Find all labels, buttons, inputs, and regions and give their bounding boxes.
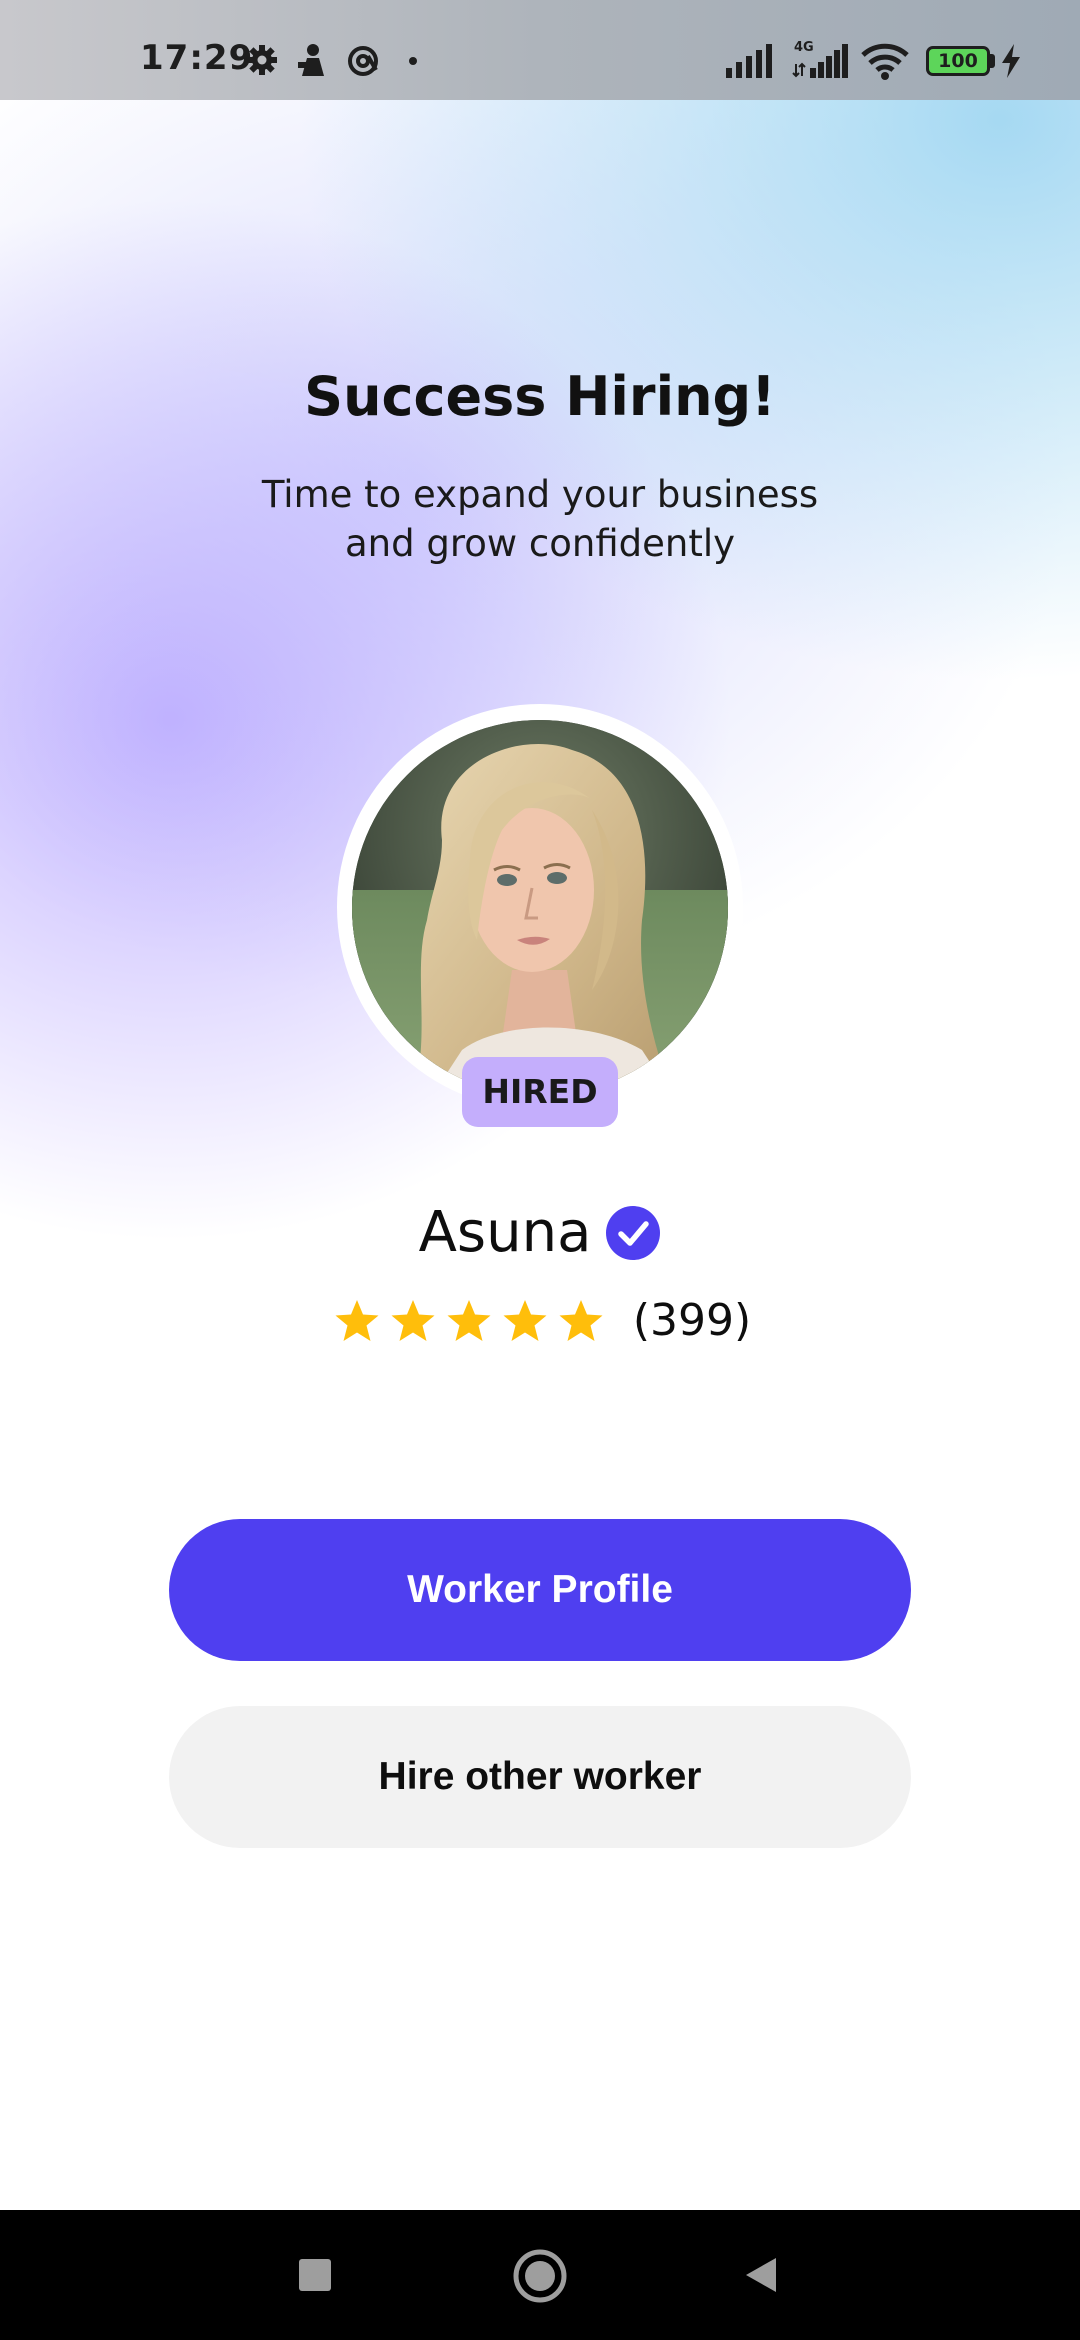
page-subtitle: Time to expand your business and grow co…: [240, 470, 840, 568]
hire-other-worker-button[interactable]: Hire other worker: [169, 1706, 911, 1848]
avatar-portrait-image: [352, 720, 728, 1096]
subtitle-line-2: and grow confidently: [344, 522, 736, 565]
battery-tip: [990, 54, 995, 68]
gear-icon: [247, 45, 277, 75]
subtitle-line-1: Time to expand your business: [261, 473, 819, 516]
navigation-bar: [0, 2210, 1080, 2340]
battery-icon: 100: [926, 46, 990, 76]
status-bar: 17:29 4G 100: [0, 0, 1080, 100]
home-icon[interactable]: [512, 2248, 568, 2304]
signal-4g-icon: [792, 44, 848, 78]
worker-avatar[interactable]: [352, 720, 728, 1096]
worker-name-row: Asuna: [0, 1200, 1080, 1265]
star-icon: [503, 1299, 547, 1341]
star-icon: [335, 1299, 379, 1341]
status-time: 17:29: [140, 38, 254, 78]
review-count: (399): [632, 1295, 752, 1346]
recent-apps-icon[interactable]: [298, 2258, 332, 2292]
worker-profile-button[interactable]: Worker Profile: [169, 1519, 911, 1661]
battery-level: 100: [938, 50, 978, 72]
hired-badge: HIRED: [462, 1057, 618, 1127]
signal-icon: [726, 44, 772, 78]
back-icon[interactable]: [744, 2256, 778, 2294]
rating-row: (399): [0, 1295, 1080, 1346]
person-pin-icon: [298, 44, 324, 76]
at-sign-icon: [348, 46, 378, 76]
worker-name: Asuna: [418, 1200, 592, 1265]
star-icon: [391, 1299, 435, 1341]
dot-icon: [409, 57, 417, 65]
verified-check-icon: [606, 1205, 661, 1260]
charging-bolt-icon: [1002, 44, 1020, 78]
page-title: Success Hiring!: [304, 365, 776, 428]
star-icon: [559, 1299, 603, 1341]
wifi-icon: [861, 43, 909, 80]
star-icon: [447, 1299, 491, 1341]
